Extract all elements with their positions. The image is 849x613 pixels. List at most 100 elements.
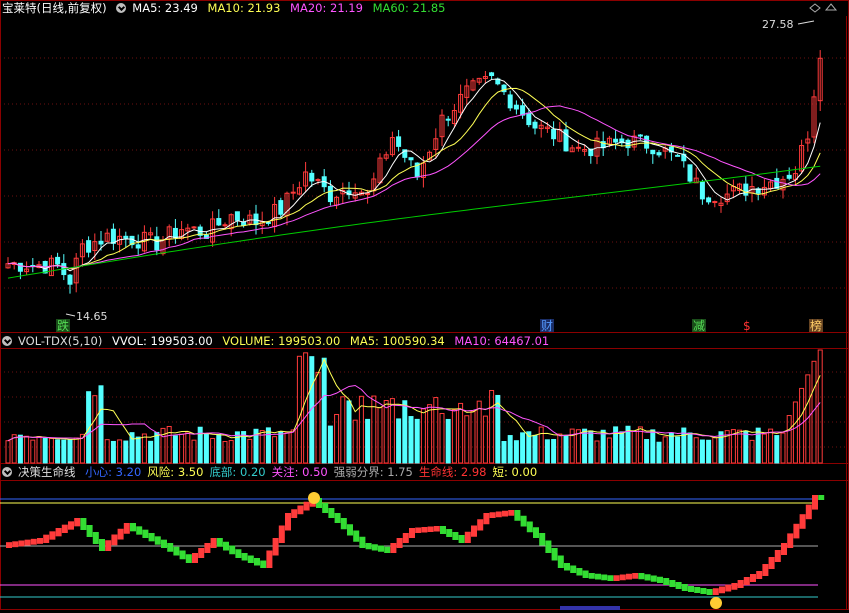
volume-bar (650, 429, 656, 464)
lifeline-segment (117, 528, 124, 540)
lifeline-segment (669, 580, 676, 587)
signal-badge-4: 榜 (810, 318, 822, 333)
lifeline-segment (111, 534, 118, 546)
volume-bar (687, 432, 693, 464)
volume-bar (265, 427, 271, 464)
volume-bar (544, 439, 550, 464)
volume-bar (582, 428, 588, 464)
volume-bar (451, 409, 457, 464)
lifeline-segment (787, 533, 794, 548)
lifeline-segment (471, 525, 477, 537)
lower-item-5: 生命线: 2.98 (418, 465, 487, 479)
arrow-up-icon (824, 3, 838, 11)
ma20-readout: MA20: 21.19 (290, 1, 363, 15)
lifeline-segment (136, 526, 143, 535)
lifeline-segment (61, 524, 68, 533)
volume-bar (445, 418, 451, 464)
lifeline-segment (167, 543, 174, 552)
lower-item-0: 小心: 3.20 (85, 465, 142, 479)
volume-bar (482, 415, 488, 464)
volume-bar (619, 431, 625, 464)
chart-canvas[interactable]: 27.58 14.65 跌 财 减 $ 榜 (0, 0, 849, 610)
main-header: 宝莱特(日线,前复权) MA5: 23.49 MA10: 21.93 MA20:… (2, 0, 451, 16)
lifeline-segment (533, 527, 539, 538)
volume-bar (476, 400, 482, 464)
lifeline-segment (626, 573, 632, 580)
volume-bar (191, 439, 197, 464)
volume-bar (563, 435, 569, 464)
lifeline-segment (24, 539, 31, 546)
lifeline-segment (210, 538, 217, 548)
lifeline-segment (706, 589, 713, 595)
volume-bar (637, 426, 643, 464)
volume-bar (594, 440, 600, 464)
candle-body (222, 224, 228, 227)
volume-bar (340, 396, 346, 464)
lifeline-segment (799, 514, 806, 529)
lifeline-segment (719, 586, 725, 594)
lifeline-segment (99, 539, 105, 551)
lower-item-6: 短: 0.00 (492, 465, 538, 479)
candle-body (712, 201, 718, 204)
lifeline-segment (384, 546, 391, 553)
lifeline-segment (68, 521, 74, 530)
volume-bar (154, 431, 160, 464)
candle-body (743, 183, 749, 196)
volume-bar (507, 435, 513, 464)
volume-bar (761, 433, 767, 464)
lifeline-segment (588, 573, 595, 579)
lifeline-segment (452, 532, 459, 540)
lifeline-segment (235, 549, 242, 558)
volume-bar (210, 437, 216, 464)
volume-bar (743, 430, 749, 464)
volume-bar (148, 440, 154, 464)
lifeline-segment (80, 518, 87, 530)
lower-item-3: 关注: 0.50 (271, 465, 328, 479)
lifeline-segment (551, 548, 558, 561)
volume-bar (203, 433, 209, 464)
indicator-menu-icon[interactable] (116, 3, 127, 13)
lifeline-segment (359, 536, 366, 548)
lifeline-segment (793, 523, 800, 539)
lifeline-segment (762, 564, 769, 576)
candle-body (551, 128, 557, 140)
lower-menu-icon[interactable] (2, 467, 12, 477)
lifeline-segment (396, 538, 403, 548)
lifeline-segment (247, 555, 254, 563)
lifeline-segment (768, 557, 775, 569)
lifeline-segment (650, 575, 657, 582)
lifeline-segment (495, 511, 502, 518)
volume-bar (557, 433, 563, 464)
volume-bar (303, 352, 309, 464)
candle-body (135, 244, 141, 249)
volume-menu-icon[interactable] (2, 336, 12, 346)
lifeline-segment (285, 513, 291, 531)
lifeline-segment (347, 524, 353, 536)
volume-bar (693, 437, 699, 464)
lifeline-segment (663, 578, 670, 585)
candle-body (786, 174, 792, 179)
volume-bar (179, 433, 185, 464)
candle-body (675, 154, 681, 157)
candle-body (365, 192, 371, 195)
volume-bar (414, 418, 420, 464)
volume-bar (718, 431, 724, 464)
volume-bar (346, 400, 352, 464)
lifeline-segment (681, 584, 688, 591)
candle-body (191, 226, 197, 229)
volume-bar (172, 435, 178, 464)
ma60-readout: MA60: 21.85 (372, 1, 446, 15)
lifeline-segment (657, 576, 663, 583)
volume-bar (464, 415, 470, 464)
lifeline-segment (260, 560, 267, 568)
volume-bar (513, 440, 519, 464)
volume-bar (644, 439, 650, 464)
stock-chart-window[interactable]: 27.58 14.65 跌 财 减 $ 榜 宝莱特(日线,前复权) MA5: 23.49 M… (0, 0, 849, 610)
lifeline-segment (198, 548, 205, 558)
volume-bar (538, 426, 544, 464)
lifeline-segment (92, 532, 99, 544)
volume-bar (166, 425, 172, 464)
candle-body (55, 256, 61, 265)
volume-bar (11, 434, 17, 464)
lifeline-segment (489, 512, 496, 518)
